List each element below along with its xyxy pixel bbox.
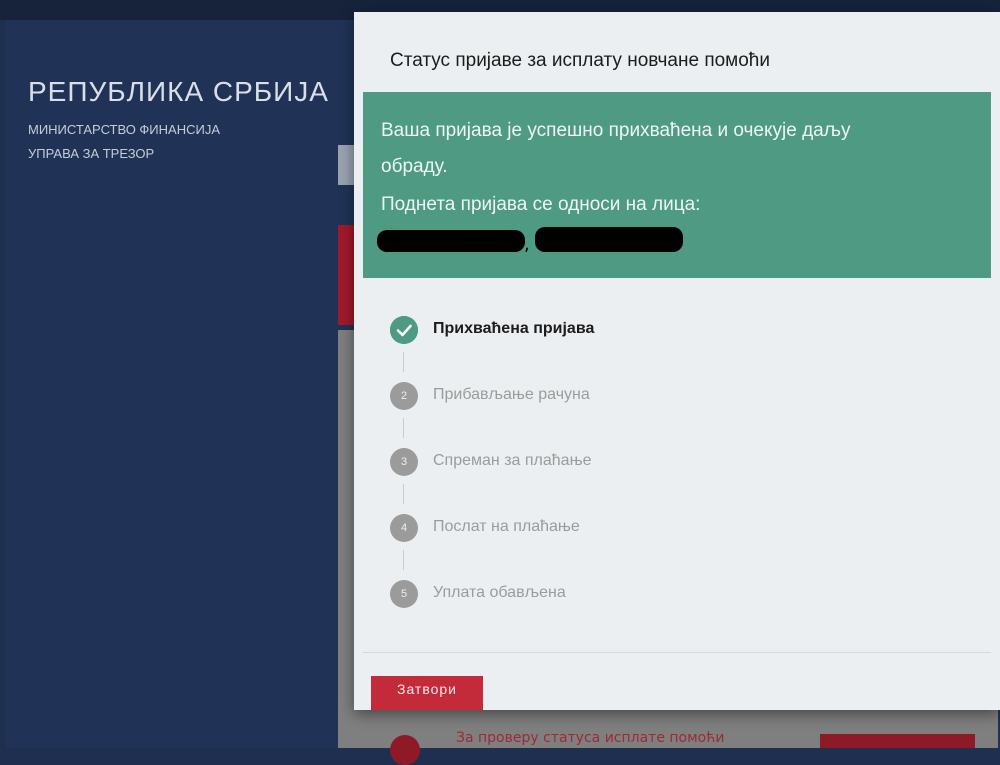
check-icon xyxy=(390,316,418,344)
background-status-icon xyxy=(390,735,420,765)
site-subtitle-treasury: УПРАВА ЗА ТРЕЗОР xyxy=(28,146,155,161)
step-label: Прибављање рачуна xyxy=(433,386,590,403)
step-connector xyxy=(403,550,404,570)
status-modal: Статус пријаве за исплату новчане помоћи… xyxy=(354,12,1000,710)
alert-message-line-2: обраду. xyxy=(381,156,448,177)
close-button[interactable]: Затвори xyxy=(371,676,483,710)
alert-message-line-1: Ваша пријава је успешно прихваћена и оче… xyxy=(381,120,851,141)
step-connector xyxy=(403,484,404,504)
step-number-badge: 3 xyxy=(390,448,418,476)
step-label: Послат на плаћање xyxy=(433,518,580,535)
step-number-badge: 5 xyxy=(390,580,418,608)
step-connector xyxy=(403,352,404,372)
footer-divider xyxy=(363,652,991,653)
step-account: 2 Прибављање рачуна xyxy=(390,378,790,410)
step-number-badge: 4 xyxy=(390,514,418,542)
success-alert: Ваша пријава је успешно прихваћена и оче… xyxy=(363,92,991,278)
background-heading-fragment xyxy=(338,145,354,185)
step-connector xyxy=(403,418,404,438)
modal-title: Статус пријаве за исплату новчане помоћи xyxy=(390,50,770,71)
redacted-person-name xyxy=(535,227,683,252)
names-separator: , xyxy=(524,234,530,255)
background-status-text: За проверу статуса исплате помоћи xyxy=(456,730,725,746)
redacted-person-name xyxy=(377,230,525,252)
background-check-button xyxy=(820,734,975,748)
background-red-banner xyxy=(338,225,354,325)
step-paid: 5 Уплата обављена xyxy=(390,576,790,608)
site-subtitle-ministry: МИНИСТАРСТВО ФИНАНСИЈА xyxy=(28,122,221,137)
step-label: Спреман за плаћање xyxy=(433,452,592,469)
step-accepted: Прихваћена пријава xyxy=(390,312,790,344)
step-sent: 4 Послат на плаћање xyxy=(390,510,790,542)
step-label: Уплата обављена xyxy=(433,584,566,601)
step-label: Прихваћена пријава xyxy=(433,320,595,337)
step-ready: 3 Спреман за плаћање xyxy=(390,444,790,476)
alert-persons-label: Поднета пријава се односи на лица: xyxy=(381,194,701,215)
step-number-badge: 2 xyxy=(390,382,418,410)
site-title: РЕПУБЛИКА СРБИЈА xyxy=(28,76,329,107)
